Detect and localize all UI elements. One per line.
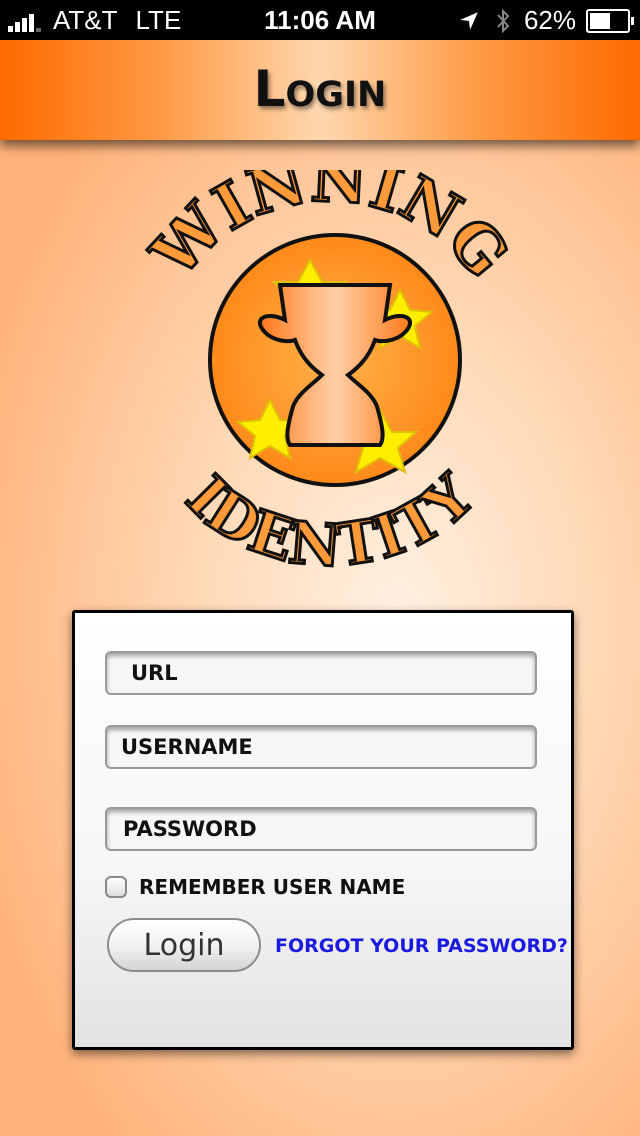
username-field[interactable]: USERNAME [105,725,537,769]
login-button[interactable]: Login [107,918,261,972]
remember-row[interactable]: REMEMBER USER NAME [105,875,405,899]
url-field[interactable]: URL [105,651,537,695]
battery-percent: 62% [523,5,576,35]
winning-identity-logo: WINNING IDENTITY [136,170,525,570]
remember-label: REMEMBER USER NAME [139,875,406,899]
status-bar: AT&T LTE 11:06 AM 62% [0,0,640,40]
battery-icon [586,8,634,33]
username-placeholder: USERNAME [121,735,253,759]
login-panel: URL USERNAME PASSWORD REMEMBER USER NAME… [72,610,574,1050]
page-title: Login [253,60,387,118]
status-right: 62% [458,5,634,36]
forgot-password-link[interactable]: FORGOT YOUR PASSWORD? [275,935,568,957]
password-field[interactable]: PASSWORD [105,807,537,851]
url-placeholder: URL [131,661,178,685]
bluetooth-icon [497,8,510,33]
nav-header: Login [0,40,640,140]
password-placeholder: PASSWORD [123,817,257,841]
location-icon [460,11,478,30]
remember-checkbox[interactable] [105,876,127,898]
